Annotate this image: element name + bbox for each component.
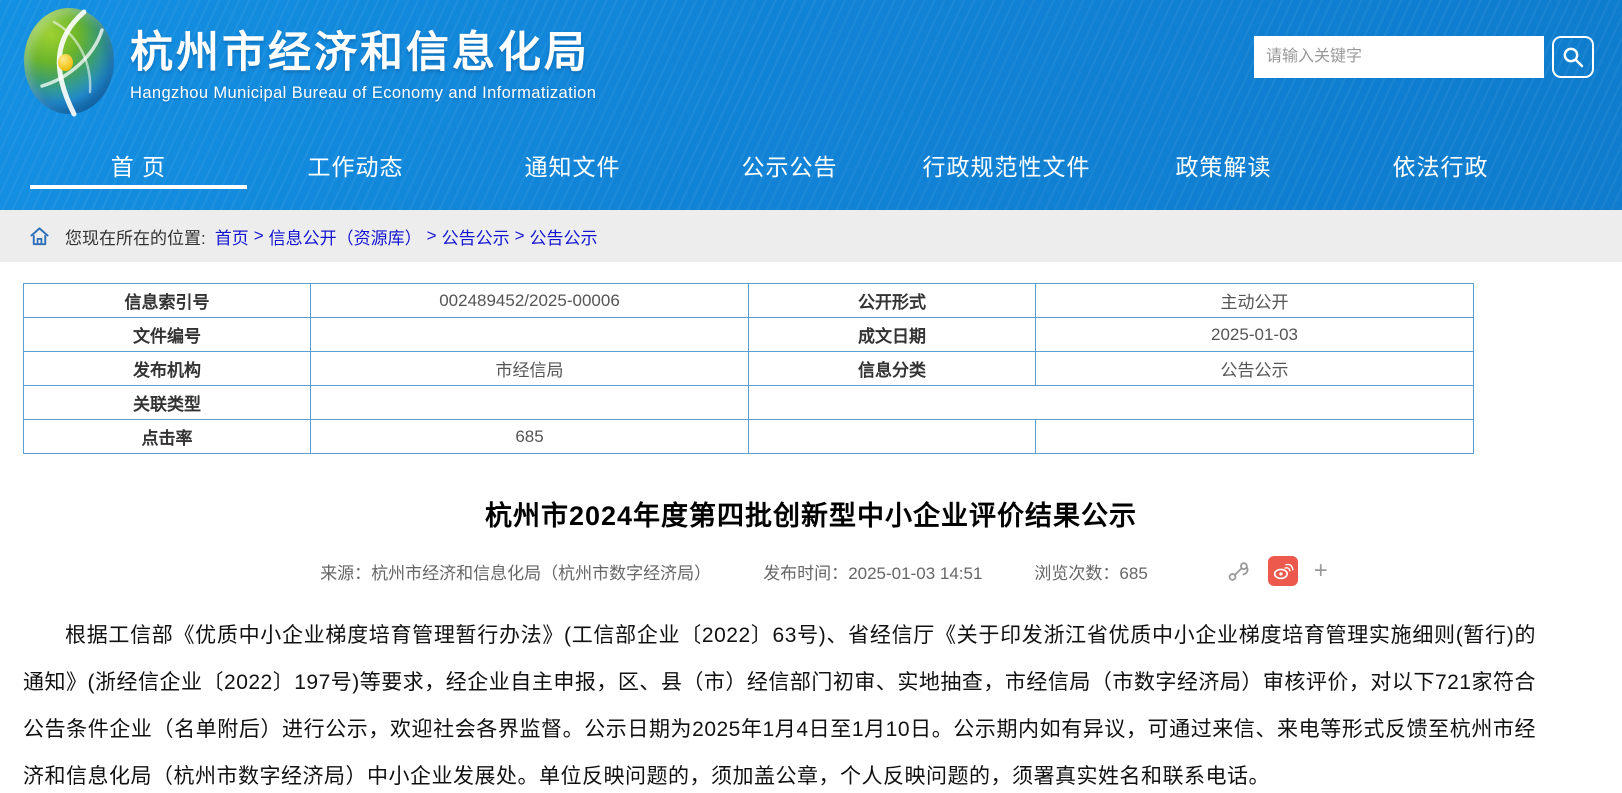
breadcrumb-separator: >: [254, 226, 264, 246]
weibo-share-icon[interactable]: [1268, 556, 1298, 586]
nav-tab-regulatory-docs[interactable]: 行政规范性文件: [898, 120, 1115, 210]
page: 杭州市经济和信息化局 Hangzhou Municipal Bureau of …: [0, 0, 1622, 793]
site-titles: 杭州市经济和信息化局 Hangzhou Municipal Bureau of …: [130, 18, 596, 103]
nav-tab-announcements[interactable]: 公示公告: [681, 120, 898, 210]
article-source: 来源：杭州市经济和信息化局（杭州市数字经济局）: [320, 559, 711, 584]
table-row: 信息索引号 002489452/2025-00006 公开形式 主动公开: [24, 284, 1474, 318]
blue-top-area: 杭州市经济和信息化局 Hangzhou Municipal Bureau of …: [0, 0, 1622, 210]
main-content: 信息索引号 002489452/2025-00006 公开形式 主动公开 文件编…: [0, 262, 1622, 793]
merged-empty-cell: [749, 386, 1474, 420]
site-header: 杭州市经济和信息化局 Hangzhou Municipal Bureau of …: [0, 0, 1622, 120]
table-row: 发布机构 市经信局 信息分类 公告公示: [24, 352, 1474, 386]
publisher-value: 市经信局: [311, 352, 749, 386]
table-row: 文件编号 成文日期 2025-01-03: [24, 318, 1474, 352]
breadcrumb-separator: >: [427, 226, 437, 246]
nav-tab-label: 公示公告: [742, 148, 838, 182]
doc-number-label: 文件编号: [24, 318, 311, 352]
breadcrumb-link-announcements[interactable]: 公告公示: [442, 224, 510, 249]
nav-tab-label: 行政规范性文件: [923, 148, 1091, 182]
site-title: 杭州市经济和信息化局: [130, 18, 596, 80]
view-count: 浏览次数：685: [1034, 559, 1147, 584]
site-logo: [24, 6, 116, 116]
site-subtitle: Hangzhou Municipal Bureau of Economy and…: [130, 84, 596, 103]
nav-tab-label: 工作动态: [308, 148, 404, 182]
info-index-label: 信息索引号: [24, 284, 311, 318]
nav-tab-notices[interactable]: 通知文件: [464, 120, 681, 210]
breadcrumb-link-announcements-2[interactable]: 公告公示: [530, 224, 598, 249]
click-rate-label: 点击率: [24, 420, 311, 454]
info-index-value: 002489452/2025-00006: [311, 284, 749, 318]
nav-tab-label: 首 页: [111, 148, 166, 182]
more-share-button[interactable]: +: [1314, 559, 1328, 583]
search-bar: [1254, 36, 1594, 78]
issue-date-value: 2025-01-03: [1036, 318, 1474, 352]
nav-tab-rule-of-law[interactable]: 依法行政: [1332, 120, 1549, 210]
search-input[interactable]: [1254, 36, 1544, 78]
article-meta: 来源：杭州市经济和信息化局（杭州市数字经济局） 发布时间：2025-01-03 …: [0, 556, 1622, 586]
nav-tab-label: 政策解读: [1176, 148, 1272, 182]
table-row: 关联类型: [24, 386, 1474, 420]
share-icon[interactable]: [1226, 558, 1252, 584]
main-nav: 首 页 工作动态 通知文件 公示公告 行政规范性文件 政策解读 依法行政: [0, 120, 1622, 210]
nav-tab-home[interactable]: 首 页: [30, 120, 247, 210]
article-title: 杭州市2024年度第四批创新型中小企业评价结果公示: [0, 494, 1622, 533]
nav-tab-work-news[interactable]: 工作动态: [247, 120, 464, 210]
home-icon[interactable]: [28, 225, 51, 248]
table-row: 点击率 685: [24, 420, 1474, 454]
related-type-value: [311, 386, 749, 420]
open-form-value: 主动公开: [1036, 284, 1474, 318]
open-form-label: 公开形式: [749, 284, 1036, 318]
nav-tab-label: 依法行政: [1393, 148, 1489, 182]
publish-time: 发布时间：2025-01-03 14:51: [763, 559, 982, 584]
breadcrumb-link-home[interactable]: 首页: [215, 224, 249, 249]
breadcrumb-separator: >: [515, 226, 525, 246]
info-category-value: 公告公示: [1036, 352, 1474, 386]
empty-cell: [749, 420, 1036, 454]
article-body: 根据工信部《优质中小企业梯度培育管理暂行办法》(工信部企业〔2022〕63号)、…: [23, 612, 1536, 793]
related-type-label: 关联类型: [24, 386, 311, 420]
click-rate-value: 685: [311, 420, 749, 454]
issue-date-label: 成文日期: [749, 318, 1036, 352]
share-toolbar: +: [1226, 556, 1328, 586]
doc-number-value: [311, 318, 749, 352]
info-category-label: 信息分类: [749, 352, 1036, 386]
search-icon: [1561, 45, 1585, 69]
empty-cell: [1036, 420, 1474, 454]
breadcrumb: 您现在所在的位置: 首页 > 信息公开（资源库） > 公告公示 > 公告公示: [0, 210, 1622, 262]
logo-dot-icon: [58, 54, 73, 71]
info-table: 信息索引号 002489452/2025-00006 公开形式 主动公开 文件编…: [23, 283, 1474, 454]
nav-tab-policy-interpretation[interactable]: 政策解读: [1115, 120, 1332, 210]
breadcrumb-prefix: 您现在所在的位置:: [65, 224, 206, 249]
nav-tab-label: 通知文件: [525, 148, 621, 182]
publisher-label: 发布机构: [24, 352, 311, 386]
search-button[interactable]: [1552, 36, 1594, 78]
breadcrumb-link-info-disclosure[interactable]: 信息公开（资源库）: [269, 224, 422, 249]
